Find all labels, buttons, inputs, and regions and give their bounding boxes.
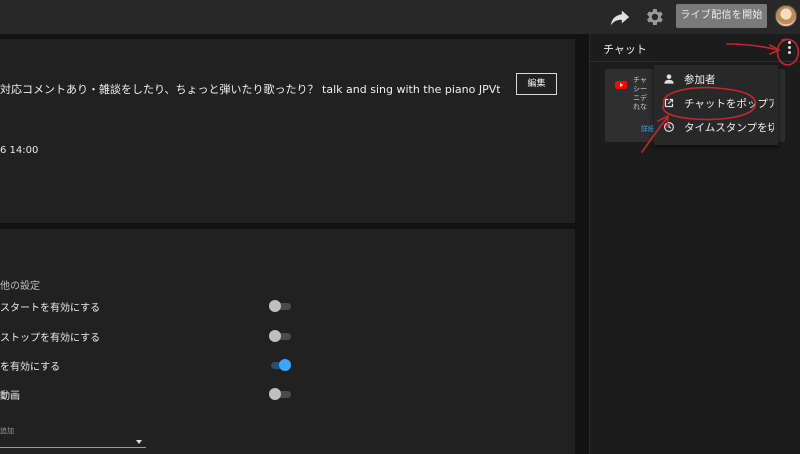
person-icon <box>664 74 674 84</box>
top-bar: ライブ配信を開始 <box>0 0 800 34</box>
setting-label: 動画 <box>0 391 20 402</box>
auto-start-toggle[interactable] <box>269 300 291 312</box>
share-icon[interactable] <box>609 6 631 28</box>
more-vert-icon[interactable] <box>786 41 794 55</box>
settings-heading: 他の設定 <box>0 281 40 292</box>
youtube-icon <box>615 81 627 89</box>
avatar[interactable] <box>775 5 797 27</box>
chat-header: チャット <box>590 34 800 62</box>
start-live-button[interactable]: ライブ配信を開始 <box>676 4 767 28</box>
popout-icon <box>664 98 674 108</box>
setting-label: ストップを有効にする <box>0 333 101 344</box>
enable-toggle[interactable] <box>269 359 291 371</box>
chat-options-menu: 参加者 チャットをポップアウト タイムスタンプを切り替え <box>654 65 778 145</box>
setting-label: を有効にする <box>0 362 61 373</box>
setting-label: スタートを有効にする <box>0 303 101 314</box>
menu-item-popout-chat[interactable]: チャットをポップアウト <box>654 92 778 114</box>
edit-button[interactable]: 編集 <box>516 73 557 95</box>
menu-item-participants[interactable]: 参加者 <box>654 68 778 90</box>
setting-row-auto-start: スタートを有効にする <box>0 299 300 314</box>
chat-title: チャット <box>603 43 647 56</box>
setting-row-enable: を有効にする <box>0 358 300 373</box>
setting-row-video: 動画 <box>0 387 300 402</box>
add-field-label: 追加 <box>0 427 14 435</box>
dropdown-arrow-icon[interactable] <box>136 440 142 444</box>
settings-card: 他の設定 スタートを有効にする ストップを有効にする を有効にする 動画 追加 <box>0 229 575 454</box>
message-link[interactable]: 詳細 <box>641 124 655 134</box>
video-toggle[interactable] <box>269 388 291 400</box>
menu-item-label: タイムスタンプを切り替え <box>684 122 774 134</box>
stream-info-card: 対応コメントあり・雑談をしたり、ちょっと弾いたり歌ったり？ talk and s… <box>0 39 575 223</box>
main-panel: 対応コメントあり・雑談をしたり、ちょっと弾いたり歌ったり？ talk and s… <box>0 34 589 454</box>
gear-icon[interactable] <box>643 6 665 28</box>
clock-icon <box>664 122 674 132</box>
auto-stop-toggle[interactable] <box>269 330 291 342</box>
menu-item-timestamps[interactable]: タイムスタンプを切り替え <box>654 116 778 138</box>
stream-title: 対応コメントあり・雑談をしたり、ちょっと弾いたり歌ったり？ talk and s… <box>0 83 500 96</box>
stream-datetime: 6 14:00 <box>0 145 39 156</box>
menu-item-label: 参加者 <box>684 74 716 86</box>
message-line: れな <box>633 103 647 111</box>
menu-item-label: チャットをポップアウト <box>684 98 774 110</box>
add-dropdown[interactable] <box>0 447 146 448</box>
setting-row-auto-stop: ストップを有効にする <box>0 329 300 344</box>
